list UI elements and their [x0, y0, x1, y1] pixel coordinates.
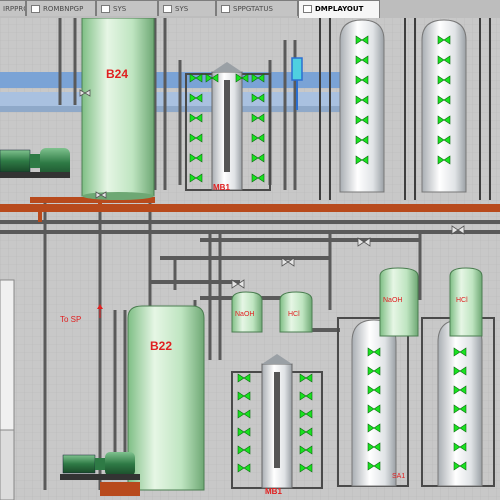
tank-b24-label: B24	[106, 67, 128, 81]
naoh-top-label: NaOH	[383, 297, 402, 304]
tab-label: SYS	[113, 5, 127, 13]
tab-icon	[303, 5, 312, 13]
hcl-top-label: HCl	[456, 297, 468, 304]
upper-band-shadow	[0, 106, 340, 112]
tank-naoh-top[interactable]: NaOH	[379, 267, 419, 337]
upper-blue-band	[0, 72, 340, 88]
tab-icon	[31, 5, 40, 13]
tank-b22[interactable]: B22	[127, 305, 205, 491]
vessel-upper-2[interactable]	[421, 19, 467, 193]
sa-lower-label: SA1	[392, 473, 405, 480]
left-side-panel	[0, 279, 15, 431]
plant-layout-canvas: B24 B22 To SP MB1 MB1 SA1 NaOH HCl NaOH …	[0, 18, 500, 500]
tab-irpprotot[interactable]: IRPPROTOT	[0, 0, 26, 16]
hcl-mid-label: HCl	[288, 311, 300, 318]
tank-hcl-mid[interactable]: HCl	[279, 291, 313, 333]
mb-upper-label: MB1	[213, 183, 230, 192]
vessel-upper-1[interactable]	[339, 19, 385, 193]
to-sp-label: To SP	[60, 315, 81, 324]
tank-b22-label: B22	[150, 339, 172, 353]
flow-meter[interactable]	[291, 57, 303, 81]
tab-bar: IRPPROTOT ROMBNPGP SYS SYS SPPGTATUS DMP…	[0, 0, 500, 19]
tank-naoh-mid[interactable]: NaOH	[231, 291, 263, 333]
tab-label: DMPLAYOUT	[315, 5, 364, 13]
tab-rombnpgp[interactable]: ROMBNPGP	[26, 0, 96, 16]
left-side-panel-lower	[0, 429, 15, 500]
tab-dmplayout[interactable]: DMPLAYOUT	[298, 0, 380, 18]
tab-label: ROMBNPGP	[43, 5, 84, 13]
tab-label: IRPPROTOT	[3, 5, 25, 13]
tank-b24[interactable]: B24	[81, 18, 155, 200]
mb-lower-label: MB1	[265, 487, 282, 496]
tab-label: SYS	[175, 5, 189, 13]
tab-label: SPPGTATUS	[233, 5, 273, 13]
naoh-mid-label: NaOH	[235, 311, 254, 318]
tab-icon	[163, 5, 172, 13]
tab-sys-1[interactable]: SYS	[96, 0, 158, 16]
tab-sys-2[interactable]: SYS	[158, 0, 216, 16]
upper-light-band	[0, 92, 340, 106]
tab-sppgtatus[interactable]: SPPGTATUS	[216, 0, 298, 16]
tank-hcl-top[interactable]: HCl	[449, 267, 483, 337]
tab-icon	[221, 5, 230, 13]
tab-icon	[101, 5, 110, 13]
